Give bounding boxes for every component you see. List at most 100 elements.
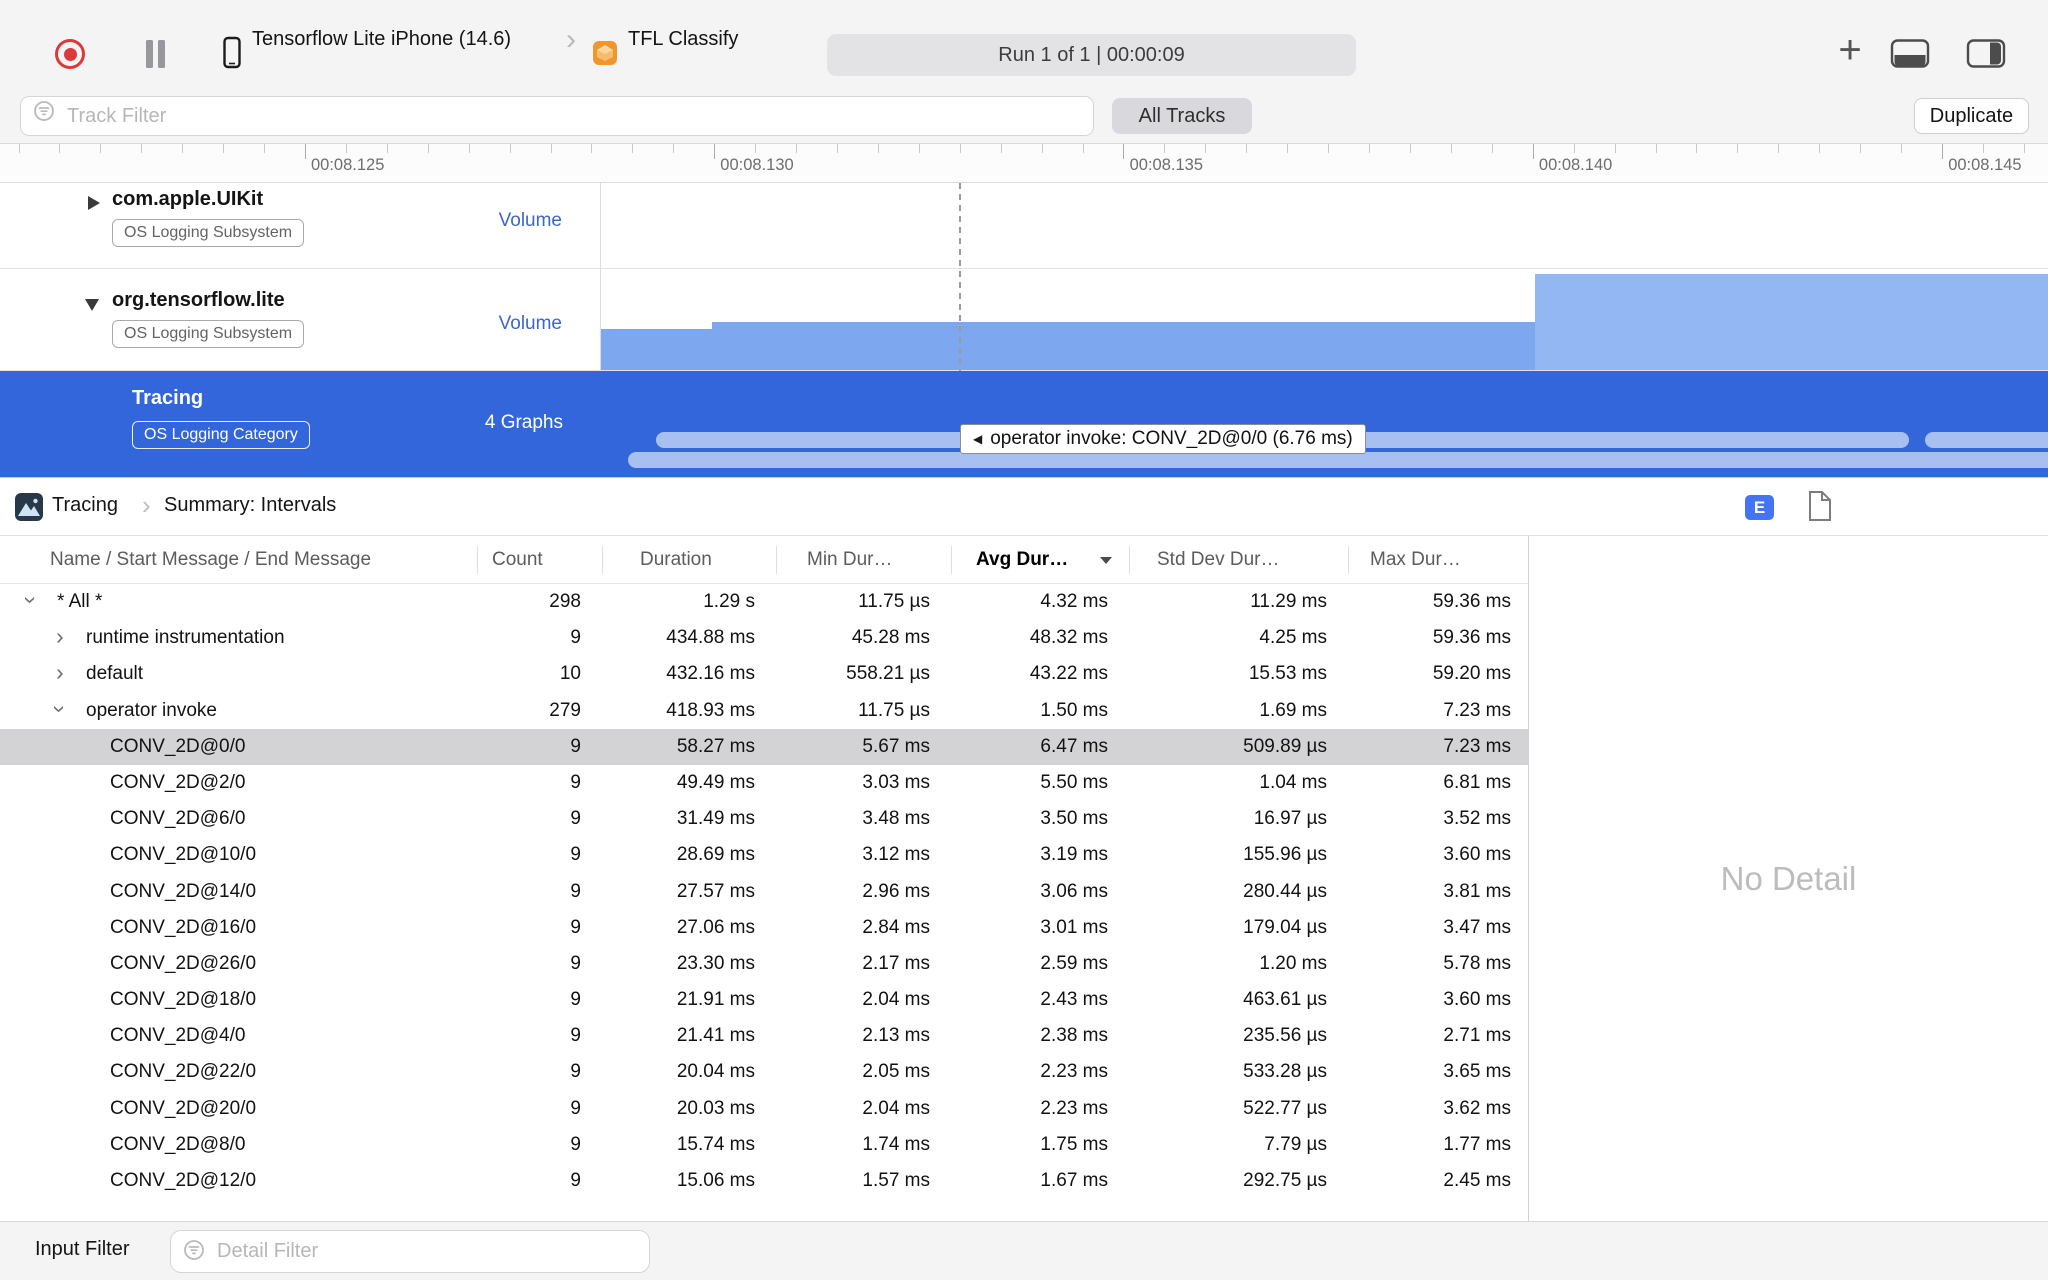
cell-max: 1.77 ms xyxy=(1443,1133,1511,1155)
column-max-dur[interactable]: Max Dur… xyxy=(1370,549,1461,571)
cell-avg: 3.19 ms xyxy=(1040,844,1108,866)
interval-capsule[interactable] xyxy=(628,452,2048,468)
breadcrumb-root[interactable]: Tracing xyxy=(52,494,118,517)
cell-max: 2.45 ms xyxy=(1443,1170,1511,1191)
table-row[interactable]: CONV_2D@16/0 9 27.06 ms 2.84 ms 3.01 ms 179.0… xyxy=(0,910,1528,946)
track-filter-input[interactable] xyxy=(20,96,1094,136)
bottom-bar: Input Filter xyxy=(0,1221,2048,1280)
cell-max: 5.78 ms xyxy=(1443,952,1511,974)
ruler-tick-icon xyxy=(223,144,225,153)
cell-avg: 1.67 ms xyxy=(1040,1170,1108,1191)
track-tracing-selected[interactable]: Tracing OS Logging Category 4 Graphs ◀ o… xyxy=(0,371,2048,477)
timeline-ruler[interactable]: 00:08.125 00:08.130 00:08.135 00:08.140 00:0… xyxy=(0,144,2048,183)
cell-count: 9 xyxy=(570,880,581,902)
row-disclosure-icon[interactable]: › xyxy=(56,656,64,689)
cell-count: 9 xyxy=(570,1097,581,1119)
column-divider[interactable] xyxy=(776,546,777,574)
cell-name: CONV_2D@8/0 xyxy=(0,1127,477,1163)
table-row[interactable]: CONV_2D@22/0 9 20.04 ms 2.05 ms 2.23 ms 533.2… xyxy=(0,1054,1528,1090)
track-graph-area[interactable] xyxy=(601,183,2048,268)
column-avg-dur[interactable]: Avg Dur… xyxy=(976,549,1068,571)
cell-std_dev: 235.56 µs xyxy=(1243,1025,1327,1047)
cell-min: 11.75 µs xyxy=(858,591,930,612)
input-filter-label: Input Filter xyxy=(35,1238,130,1260)
table-row[interactable]: › * All * 298 1.29 s 11.75 µs 4.32 ms 11.29 ms… xyxy=(0,584,1528,620)
cell-avg: 5.50 ms xyxy=(1040,771,1108,793)
cell-min: 45.28 ms xyxy=(851,627,930,649)
disclosure-collapsed-icon[interactable] xyxy=(88,196,100,210)
ruler-tick-icon xyxy=(1000,144,1002,153)
column-duration[interactable]: Duration xyxy=(640,549,712,571)
cell-count: 9 xyxy=(570,989,581,1011)
ruler-time-label: 00:08.135 xyxy=(1129,156,1203,174)
ruler-tick-icon xyxy=(1041,144,1043,153)
track-label: org.tensorflow.lite OS Logging Subsystem… xyxy=(0,269,601,370)
column-divider[interactable] xyxy=(951,546,952,574)
row-disclosure-icon[interactable]: › xyxy=(44,705,77,713)
cell-name: CONV_2D@22/0 xyxy=(0,1054,477,1090)
table-row[interactable]: CONV_2D@10/0 9 28.69 ms 3.12 ms 3.19 ms 155.9… xyxy=(0,837,1528,873)
ruler-tick-icon xyxy=(591,144,593,153)
table-row[interactable]: CONV_2D@20/0 9 20.03 ms 2.04 ms 2.23 ms 522.7… xyxy=(0,1091,1528,1127)
pause-button[interactable] xyxy=(144,40,168,68)
table-row[interactable]: CONV_2D@8/0 9 15.74 ms 1.74 ms 1.75 ms 7.79 µ… xyxy=(0,1127,1528,1163)
column-name[interactable]: Name / Start Message / End Message xyxy=(50,549,371,571)
record-button[interactable] xyxy=(55,39,85,69)
table-row[interactable]: CONV_2D@12/0 9 15.06 ms 1.57 ms 1.67 ms 292.7… xyxy=(0,1163,1528,1199)
add-instrument-button[interactable]: + xyxy=(1826,26,1874,74)
toggle-right-pane-button[interactable] xyxy=(1964,38,2008,72)
table-row[interactable]: CONV_2D@6/0 9 31.49 ms 3.48 ms 3.50 ms 16.97 … xyxy=(0,801,1528,837)
row-disclosure-icon[interactable]: › xyxy=(56,620,64,653)
column-divider[interactable] xyxy=(1348,546,1349,574)
cell-name: CONV_2D@14/0 xyxy=(0,874,477,910)
track-meta: Volume xyxy=(498,313,562,334)
ruler-tick-icon xyxy=(796,144,798,153)
detail-filter-input[interactable] xyxy=(170,1230,650,1273)
row-name: default xyxy=(86,663,144,685)
cell-name: › default xyxy=(0,656,477,692)
table-row[interactable]: CONV_2D@4/0 9 21.41 ms 2.13 ms 2.38 ms 235.56… xyxy=(0,1018,1528,1054)
column-divider[interactable] xyxy=(1129,546,1130,574)
cell-duration: 20.04 ms xyxy=(676,1061,755,1083)
column-std-dev-dur[interactable]: Std Dev Dur… xyxy=(1157,549,1279,571)
table-row[interactable]: › runtime instrumentation 9 434.88 ms 45.28 … xyxy=(0,620,1528,656)
table-row[interactable]: › default 10 432.16 ms 558.21 µs 43.22 ms 15.5… xyxy=(0,656,1528,692)
target-app[interactable]: TFL Classify xyxy=(628,28,738,51)
filter-icon xyxy=(32,99,56,128)
sort-direction-icon[interactable] xyxy=(1100,557,1112,564)
track-org-tensorflow-lite[interactable]: org.tensorflow.lite OS Logging Subsystem… xyxy=(0,269,2048,371)
row-disclosure-icon[interactable]: › xyxy=(15,596,48,604)
duplicate-button[interactable]: Duplicate xyxy=(1914,98,2029,134)
ruler-tick-icon xyxy=(1982,144,1984,153)
disclosure-expanded-icon[interactable] xyxy=(85,299,99,311)
table-row[interactable]: CONV_2D@0/0 9 58.27 ms 5.67 ms 6.47 ms 509.89… xyxy=(0,728,1528,765)
track-com-apple-uikit[interactable]: com.apple.UIKit OS Logging Subsystem Vol… xyxy=(0,183,2048,269)
cell-avg: 1.75 ms xyxy=(1040,1133,1108,1155)
column-min-dur[interactable]: Min Dur… xyxy=(807,549,893,571)
cell-duration: 1.29 s xyxy=(703,591,755,612)
playhead-line[interactable] xyxy=(959,183,961,371)
cell-name: CONV_2D@16/0 xyxy=(0,910,477,946)
cell-avg: 2.23 ms xyxy=(1040,1061,1108,1083)
ruler-tick-icon xyxy=(1491,144,1493,153)
events-mode-button[interactable]: E xyxy=(1745,495,1774,520)
interval-capsule[interactable] xyxy=(1925,432,2048,448)
track-graph-area[interactable]: ◀ operator invoke: CONV_2D@0/0 (6.76 ms) xyxy=(601,371,2048,477)
table-row[interactable]: CONV_2D@2/0 9 49.49 ms 3.03 ms 5.50 ms 1.04 m… xyxy=(0,765,1528,801)
column-divider[interactable] xyxy=(477,546,478,574)
table-row[interactable]: CONV_2D@18/0 9 21.91 ms 2.04 ms 2.43 ms 463.6… xyxy=(0,982,1528,1018)
target-device[interactable]: Tensorflow Lite iPhone (14.6) xyxy=(252,28,511,51)
cell-name: CONV_2D@18/0 xyxy=(0,982,477,1018)
breadcrumb-current[interactable]: Summary: Intervals xyxy=(164,494,336,517)
table-row[interactable]: CONV_2D@26/0 9 23.30 ms 2.17 ms 2.59 ms 1.20 … xyxy=(0,946,1528,982)
all-tracks-button[interactable]: All Tracks xyxy=(1112,98,1252,134)
document-button[interactable] xyxy=(1806,490,1834,524)
table-row[interactable]: › operator invoke 279 418.93 ms 11.75 µs 1.50… xyxy=(0,693,1528,729)
toggle-bottom-pane-button[interactable] xyxy=(1888,38,1932,72)
cell-min: 2.84 ms xyxy=(862,916,930,938)
row-name: CONV_2D@6/0 xyxy=(110,808,246,830)
track-graph-area[interactable] xyxy=(601,269,2048,370)
table-row[interactable]: CONV_2D@14/0 9 27.57 ms 2.96 ms 3.06 ms 280.4… xyxy=(0,874,1528,910)
column-count[interactable]: Count xyxy=(492,549,543,571)
column-divider[interactable] xyxy=(602,546,603,574)
